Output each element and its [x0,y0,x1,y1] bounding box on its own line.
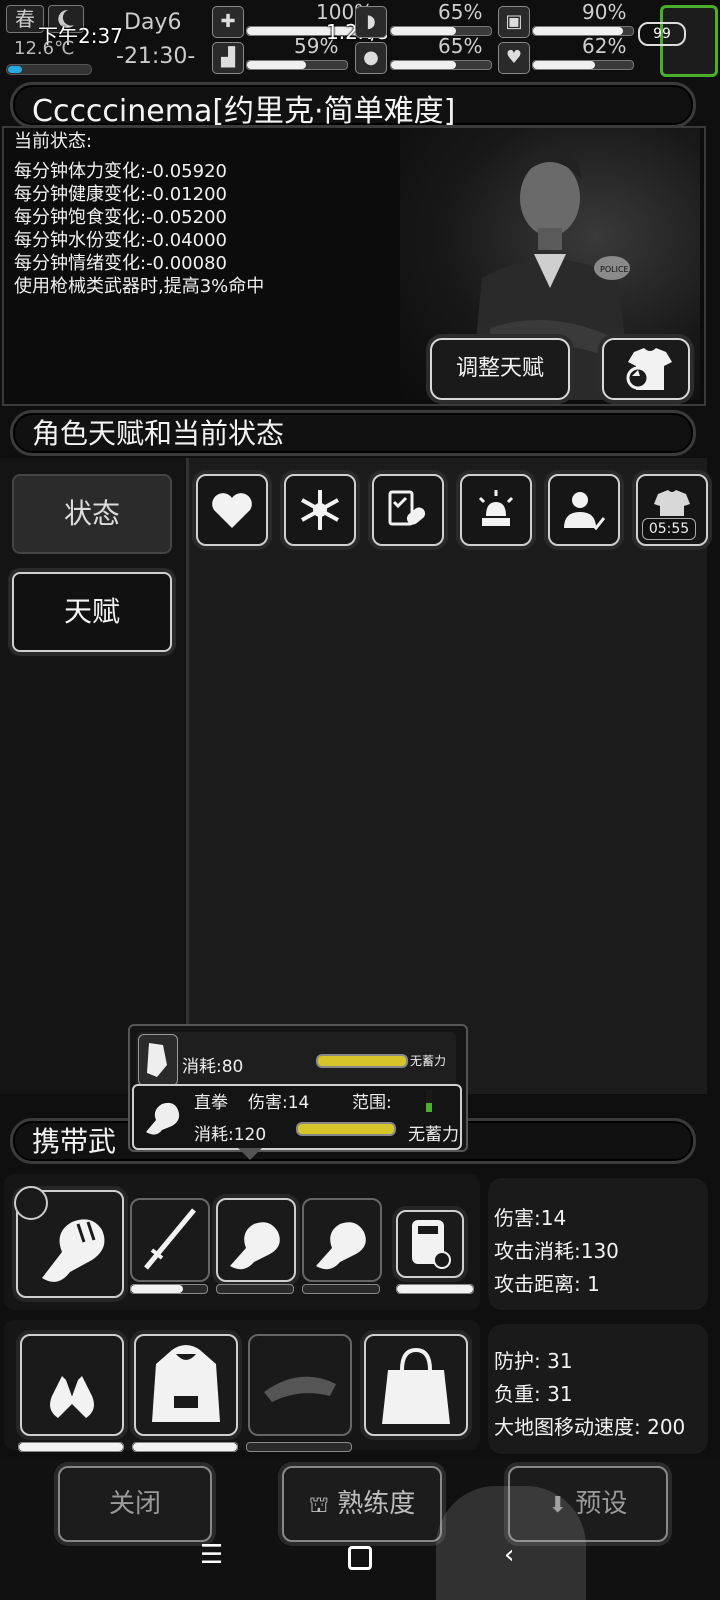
hoodie-durability [132,1442,238,1452]
shirt-refresh-icon [626,348,672,390]
medkit-icon: ✚ [212,6,244,38]
heart-icon: ♥ [498,42,530,74]
baton-slot[interactable] [130,1198,210,1282]
preset-label: 预设 [575,1489,628,1519]
visor-durability [246,1442,352,1452]
status-line-stamina: 每分钟体力变化:-0.05920 [14,161,227,182]
status-timer: 05:55 [642,518,696,540]
tooltip-punch-name: 直拳 [194,1093,228,1113]
fist-icon [316,1222,366,1270]
game-clock: -21:30- [116,44,196,69]
gloves-durability [18,1442,124,1452]
hoodie-slot[interactable] [134,1334,238,1436]
temperature-bar-fill [8,66,22,73]
status-heading: 当前状态: [14,131,93,152]
status-icon-tile[interactable] [284,474,356,546]
riot-shield-slot[interactable] [396,1210,464,1278]
tooltip-punch-charge-bar [296,1122,396,1136]
status-line-health: 每分钟健康变化:-0.01200 [14,184,227,205]
baton-durability [130,1284,208,1294]
kick-icon [138,1034,178,1086]
tooltip-kick-charge: 无蓄力 [410,1054,447,1068]
change-outfit-button[interactable] [602,338,690,400]
punch-mode-icon [14,1186,48,1220]
tooltip-pointer [238,1148,262,1160]
status-content-area [186,458,707,1094]
baton-icon [144,1208,196,1270]
stat-bar-boot [246,60,348,70]
world-map-speed: 大地图移动速度: 200 [494,1415,686,1439]
armor-carry-weight: 负重: 31 [494,1382,573,1406]
tab-talent[interactable]: 天赋 [12,572,172,652]
weapon-damage: 伤害:14 [494,1206,567,1230]
straight-punch-slot[interactable] [216,1198,296,1282]
water-drop-icon: ● [355,42,387,74]
talent-section-title: 角色天赋和当前状态 [32,417,285,450]
stat-pct-water: 65% [438,34,483,58]
status-icon-tile[interactable] [548,474,620,546]
stat-pct-health: 62% [582,34,627,58]
weapon-attack-range: 攻击距离: 1 [494,1272,600,1296]
battery-indicator: 99 [638,22,686,46]
nav-home-icon[interactable] [348,1546,372,1570]
fist-slot[interactable] [302,1198,382,1282]
weapon-attack-cost: 攻击消耗:130 [494,1239,619,1263]
tooltip-punch-cost: 消耗:120 [194,1125,267,1145]
nav-menu-icon[interactable]: ☰ [200,1540,223,1570]
stat-bar-water [390,60,492,70]
tooltip-punch-charge: 无蓄力 [408,1125,459,1145]
tab-status[interactable]: 状态 [12,474,172,554]
medical-checklist-icon [388,490,426,526]
person-health-icon [564,492,606,531]
heart-icon [212,493,252,528]
nav-back-icon[interactable]: ‹ [504,1540,514,1570]
range-indicator [426,1090,432,1112]
fist-icon [140,1090,186,1140]
visor-slot[interactable] [248,1334,352,1436]
status-icon-tile[interactable] [196,474,268,546]
fist-bar [302,1284,380,1294]
character-title: Cccccinema[约里克·简单难度] [32,94,456,129]
status-line-gun-bonus: 使用枪械类武器时,提高3%命中 [14,276,265,297]
shield-durability [396,1284,474,1294]
tote-bag-slot[interactable] [364,1334,468,1436]
gloves-slot[interactable] [20,1334,124,1436]
tote-bag-icon [382,1347,450,1424]
proficiency-button[interactable]: ⛫ 熟练度 [282,1466,442,1542]
tooltip-kick-charge-bar [316,1054,408,1068]
stomach-icon: ◗ [355,6,387,38]
riot-shield-icon [412,1220,451,1269]
proficiency-icon: ⛫ [308,1493,329,1518]
adjust-talent-button[interactable]: 调整天赋 [430,338,570,400]
status-line-mood: 每分钟情绪变化:-0.00080 [14,253,227,274]
visor-cap-icon [264,1376,336,1402]
stat-pct-food: 65% [438,0,483,24]
alarm-light-icon [478,490,514,526]
gloves-icon [42,1356,102,1418]
tooltip-punch-range: 范围: [352,1093,392,1113]
status-line-water: 每分钟水份变化:-0.04000 [14,230,227,251]
boot-icon: ▟ [212,42,244,74]
snowflake-icon [301,490,339,530]
armor-protection: 防护: 31 [494,1349,573,1373]
hoodie-icon [152,1345,220,1422]
stat-bar-health [532,60,634,70]
status-line-food: 每分钟饱食变化:-0.05200 [14,207,227,228]
status-icon-tile[interactable] [460,474,532,546]
tooltip-punch-damage: 伤害:14 [248,1093,310,1113]
tooltip-kick-cost: 消耗:80 [182,1057,244,1077]
fist-icon [230,1222,280,1270]
status-icon-tile[interactable] [372,474,444,546]
portrait-badge: POLICE [600,265,629,274]
proficiency-label: 熟练度 [337,1489,416,1519]
stat-pct-mood: 90% [582,0,627,24]
close-button[interactable]: 关闭 [58,1466,212,1542]
straight-punch-bar [216,1284,294,1294]
temperature-readout: 12.6℃ [14,38,75,59]
carry-section-title: 携带武 [32,1125,117,1158]
day-counter: Day6 [124,10,182,35]
lock-icon: ▣ [498,6,530,38]
